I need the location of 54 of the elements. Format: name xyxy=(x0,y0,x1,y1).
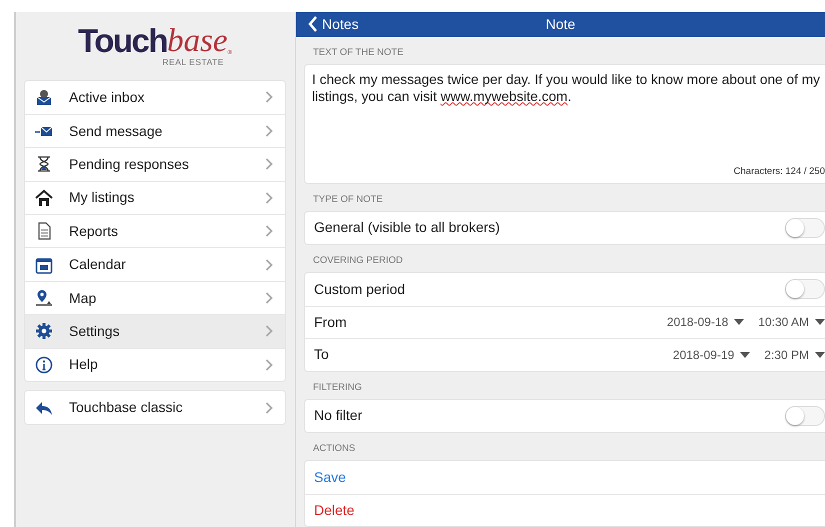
toggle-switch[interactable] xyxy=(785,279,825,300)
sidebar-item[interactable]: Reports xyxy=(25,214,285,248)
row-label: To xyxy=(314,345,330,364)
hourglass-icon xyxy=(35,155,53,174)
action-link[interactable]: Delete xyxy=(314,500,354,521)
chevron-icon xyxy=(265,325,273,338)
sidebar-item[interactable]: My listings xyxy=(25,180,285,214)
row-label: From xyxy=(314,312,348,332)
page-title: Note xyxy=(546,14,576,34)
caret-icon xyxy=(815,352,825,358)
time-dropdown[interactable]: 2:30 PM xyxy=(764,346,825,364)
date-dropdown[interactable]: 2018-09-18 xyxy=(666,313,744,332)
section-label: ACTIONS xyxy=(312,442,356,456)
map-pin-icon xyxy=(35,289,53,308)
chevron-icon xyxy=(265,192,273,204)
toggle-switch[interactable] xyxy=(785,218,825,238)
sidebar-item[interactable]: Send message xyxy=(25,114,285,148)
chevron-icon xyxy=(265,402,273,414)
sidebar-item[interactable]: Help xyxy=(25,348,285,382)
envelope-icon xyxy=(35,88,53,106)
chevron-icon xyxy=(265,225,273,238)
date-dropdown[interactable]: 2018-09-19 xyxy=(672,346,750,364)
toggle-switch[interactable] xyxy=(785,406,825,426)
sidebar-item[interactable]: Pending responses xyxy=(25,147,285,181)
calendar-icon xyxy=(35,256,53,274)
row-label: General (visible to all brokers) xyxy=(314,218,501,238)
caret-icon xyxy=(815,319,825,326)
back-chevron-icon xyxy=(308,16,318,32)
character-counter: Characters: 124 / 250 xyxy=(734,166,825,178)
section-label: TEXT OF THE NOTE xyxy=(312,46,404,60)
info-icon xyxy=(35,356,53,374)
sidebar-item[interactable]: Touchbase classic xyxy=(25,391,285,424)
sidebar-item[interactable]: Active inbox xyxy=(25,80,285,114)
section-label: TYPE OF NOTE xyxy=(312,192,384,206)
time-dropdown[interactable]: 10:30 AM xyxy=(758,313,825,332)
chevron-icon xyxy=(265,125,273,138)
sidebar-item[interactable]: Calendar xyxy=(25,247,285,281)
chevron-icon xyxy=(265,158,273,170)
section-label: COVERING PERIOD xyxy=(312,254,404,268)
chevron-icon xyxy=(265,91,273,104)
house-icon xyxy=(35,188,53,207)
row-label: No filter xyxy=(314,406,364,426)
note-text-field[interactable]: I check my messages twice per day. If you would like to know more about one of my listings, you can visit www.mywebsite.com. Characters: 124 / 250 xyxy=(304,64,825,184)
settings-icon xyxy=(35,322,53,340)
section-label: FILTERING xyxy=(312,380,363,394)
chevron-icon xyxy=(265,292,273,304)
sidebar-item[interactable]: Settings xyxy=(25,314,285,348)
back-button[interactable]: Notes xyxy=(296,14,359,35)
action-link[interactable]: Save xyxy=(314,466,346,488)
caret-icon xyxy=(740,352,750,358)
chevron-icon xyxy=(265,258,273,271)
chevron-icon xyxy=(265,358,273,371)
caret-icon xyxy=(734,319,744,326)
row-label: Custom period xyxy=(314,280,406,299)
